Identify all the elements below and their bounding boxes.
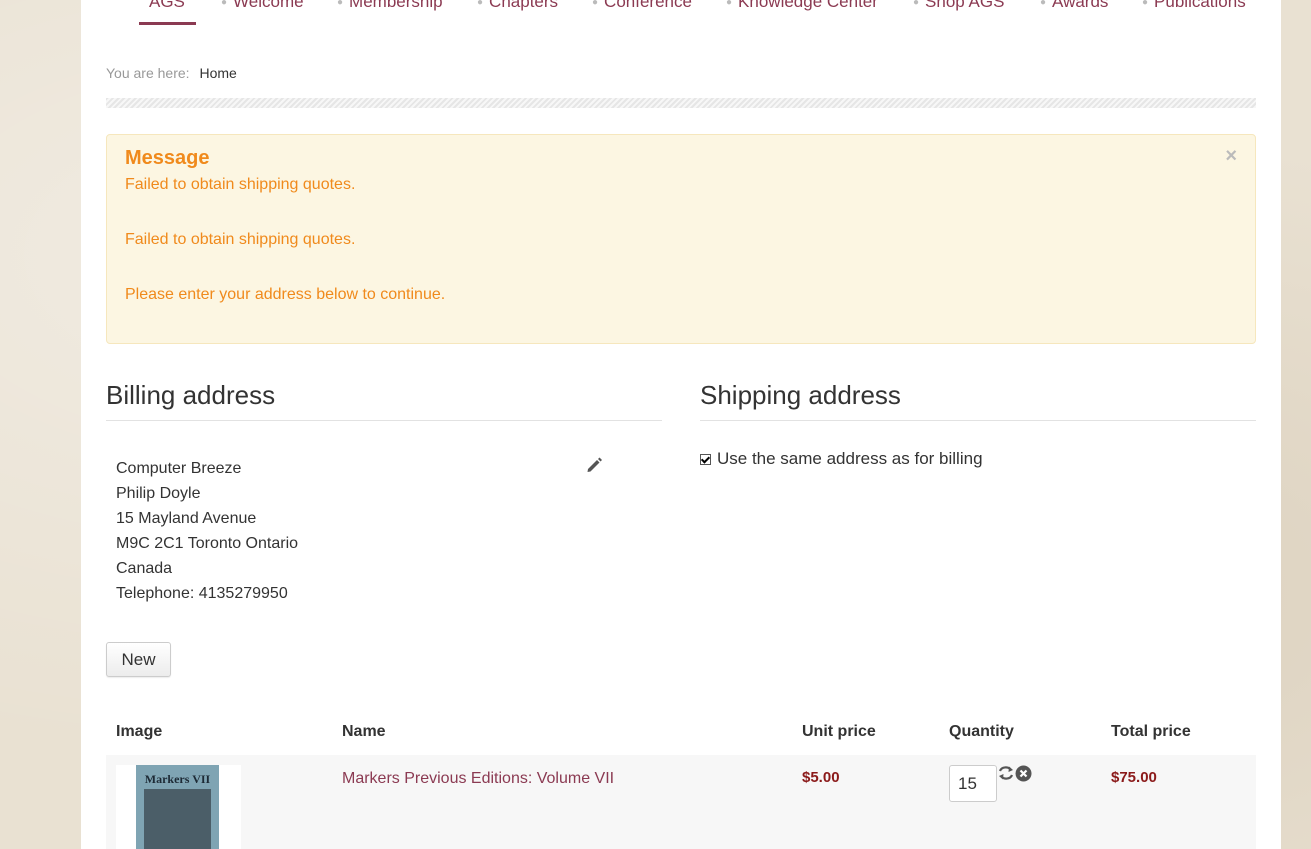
book-cover: Markers VII	[136, 765, 219, 849]
nav-item-knowledge-center[interactable]: ● Knowledge Center	[726, 0, 878, 13]
nav-item-shop-ags[interactable]: ● Shop AGS	[913, 0, 1004, 13]
page-container: AGS ● Welcome ● Membership ● Chapters ● Conf…	[81, 0, 1281, 849]
column-header-total-price: Total price	[1111, 723, 1191, 740]
nav-item-label: Shop AGS	[925, 0, 1005, 11]
total-price: $75.00	[1111, 769, 1157, 786]
alert-title: Message	[125, 147, 210, 169]
column-header-unit-price: Unit price	[802, 723, 876, 740]
close-icon[interactable]: ×	[1225, 145, 1237, 168]
column-header-image: Image	[116, 723, 163, 740]
billing-street: 15 Mayland Avenue	[116, 510, 257, 527]
nav-bullet-icon: ●	[1040, 0, 1047, 8]
billing-telephone: Telephone: 4135279950	[116, 585, 288, 602]
breadcrumb: You are here: Home	[106, 65, 1256, 81]
nav-bullet-icon: ●	[1142, 0, 1149, 8]
alert-message-line: Please enter your address below to conti…	[125, 286, 446, 303]
message-alert: Message × Failed to obtain shipping quot…	[106, 134, 1256, 344]
nav-item-welcome[interactable]: ● Welcome	[221, 0, 304, 13]
remove-icon[interactable]	[1015, 765, 1032, 782]
nav-item-awards[interactable]: ● Awards	[1040, 0, 1108, 13]
shipping-address-heading: Shipping address	[700, 380, 901, 410]
column-header-quantity: Quantity	[949, 723, 1014, 740]
nav-item-label: Welcome	[233, 0, 304, 11]
nav-item-label: Awards	[1052, 0, 1109, 11]
billing-city: M9C 2C1 Toronto Ontario	[116, 535, 299, 552]
nav-item-label: Knowledge Center	[738, 0, 878, 11]
same-address-option[interactable]: Use the same address as for billing	[700, 449, 983, 469]
refresh-icon[interactable]	[998, 765, 1014, 781]
nav-item-label: Chapters	[489, 0, 559, 11]
column-header-name: Name	[342, 723, 386, 740]
new-address-button[interactable]: New	[106, 642, 171, 677]
nav-item-label: Membership	[349, 0, 443, 11]
nav-item-conference[interactable]: ● Conference	[592, 0, 692, 13]
same-address-checkbox[interactable]	[700, 453, 711, 465]
nav-bullet-icon: ●	[913, 0, 920, 8]
product-name-link[interactable]: Markers Previous Editions: Volume VII	[342, 770, 614, 788]
alert-message-line: Failed to obtain shipping quotes.	[125, 231, 356, 248]
main-nav: AGS ● Welcome ● Membership ● Chapters ● Conf…	[81, 0, 1281, 30]
billing-company: Computer Breeze	[116, 460, 242, 477]
billing-name: Philip Doyle	[116, 485, 201, 502]
nav-item-chapters[interactable]: ● Chapters	[477, 0, 558, 13]
nav-bullet-icon: ●	[592, 0, 599, 8]
nav-bullet-icon: ●	[221, 0, 228, 8]
nav-item-membership[interactable]: ● Membership	[337, 0, 443, 13]
nav-item-label: AGS	[149, 0, 185, 11]
billing-divider	[106, 420, 662, 421]
nav-bullet-icon: ●	[477, 0, 484, 8]
nav-bullet-icon: ●	[726, 0, 733, 8]
nav-item-label: Publications	[1154, 0, 1246, 11]
breadcrumb-home[interactable]: Home	[199, 65, 236, 81]
book-cover-photo	[144, 789, 211, 849]
unit-price: $5.00	[802, 769, 840, 786]
alert-message-line: Failed to obtain shipping quotes.	[125, 176, 356, 193]
table-row	[106, 755, 1256, 849]
same-address-label: Use the same address as for billing	[717, 449, 983, 468]
quantity-input[interactable]	[949, 765, 997, 802]
billing-country: Canada	[116, 560, 173, 577]
shipping-divider	[700, 420, 1256, 421]
nav-bullet-icon: ●	[337, 0, 344, 8]
book-cover-title: Markers VII	[144, 772, 211, 786]
pencil-icon[interactable]	[585, 456, 603, 474]
nav-item-label: Conference	[604, 0, 692, 11]
nav-active-indicator	[139, 22, 196, 25]
striped-divider	[106, 98, 1256, 108]
product-image[interactable]: Markers VII	[116, 765, 241, 849]
breadcrumb-prefix: You are here:	[106, 65, 190, 81]
billing-address-heading: Billing address	[106, 380, 276, 410]
nav-item-publications[interactable]: ● Publications	[1142, 0, 1246, 13]
nav-item-ags[interactable]: AGS	[149, 0, 185, 12]
